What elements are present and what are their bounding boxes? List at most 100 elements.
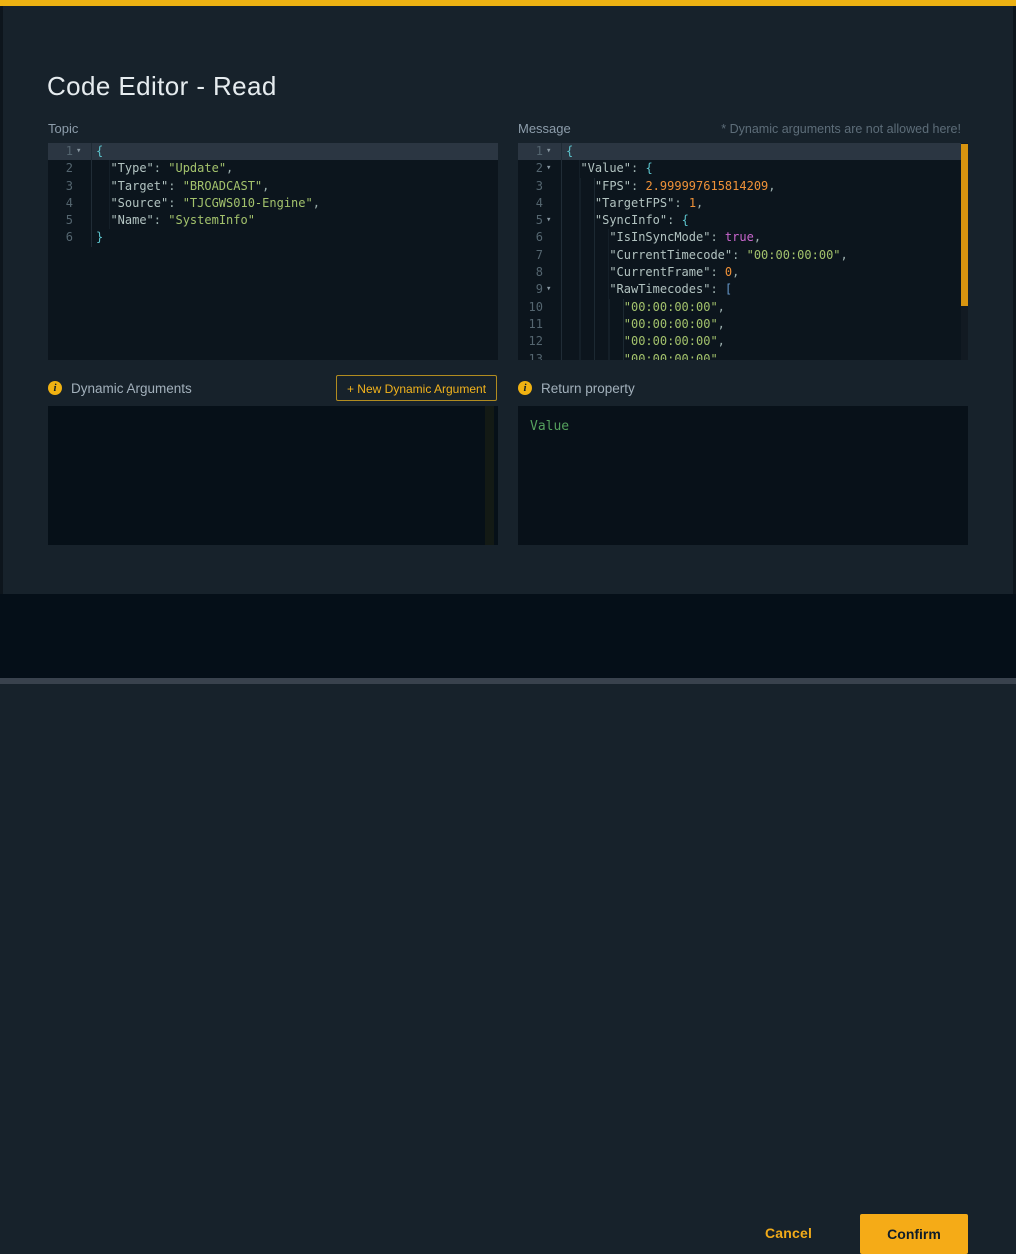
code-text: "00:00:00:00" [562, 351, 968, 360]
return-property-title: Return property [541, 381, 635, 396]
line-number: 12 [518, 333, 543, 350]
gutter-spacer [73, 229, 92, 246]
gutter-spacer [543, 333, 562, 350]
code-text: "FPS": 2.999997615814209, [562, 178, 968, 195]
new-dynamic-argument-button[interactable]: + New Dynamic Argument [336, 375, 497, 401]
line-number: 1 [48, 143, 73, 160]
info-icon: i [48, 381, 62, 395]
line-number: 2 [48, 160, 73, 177]
code-line: 1▾{ [518, 143, 968, 160]
line-number: 4 [48, 195, 73, 212]
gutter-spacer [543, 195, 562, 212]
code-line: 12 "00:00:00:00", [518, 333, 968, 350]
gutter-spacer [73, 195, 92, 212]
fold-arrow-icon[interactable]: ▾ [543, 212, 562, 229]
dynamic-arguments-panel [48, 406, 498, 545]
code-line: 3 "Target": "BROADCAST", [48, 178, 498, 195]
line-number: 11 [518, 316, 543, 333]
line-number: 6 [48, 229, 73, 246]
code-text: "00:00:00:00", [562, 316, 968, 333]
line-number: 3 [518, 178, 543, 195]
code-line: 7 "CurrentTimecode": "00:00:00:00", [518, 247, 968, 264]
topic-code-editor[interactable]: 1▾{2 "Type": "Update", 3 "Target": "BROADCA… [48, 143, 498, 360]
code-text: "CurrentFrame": 0, [562, 264, 968, 281]
line-number: 5 [48, 212, 73, 229]
message-scrollbar-thumb[interactable] [961, 144, 968, 306]
dynamic-arguments-header: i Dynamic Arguments [48, 375, 192, 401]
return-property-editor[interactable]: Value [518, 406, 968, 545]
code-text: "00:00:00:00", [562, 299, 968, 316]
gutter-spacer [73, 160, 92, 177]
line-number: 10 [518, 299, 543, 316]
return-property-header: i Return property [518, 375, 635, 401]
gutter-spacer [543, 229, 562, 246]
code-line: 1▾{ [48, 143, 498, 160]
line-number: 6 [518, 229, 543, 246]
code-text: "CurrentTimecode": "00:00:00:00", [562, 247, 968, 264]
code-line: 6} [48, 229, 498, 246]
code-text: "Name": "SystemInfo" [92, 212, 498, 229]
code-line: 5▾"SyncInfo": { [518, 212, 968, 229]
dynamic-arguments-scrollbar-track[interactable] [485, 406, 494, 545]
gutter-spacer [73, 212, 92, 229]
code-line: 2▾"Value": { [518, 160, 968, 177]
code-text: "RawTimecodes": [ [562, 281, 968, 298]
line-number: 3 [48, 178, 73, 195]
confirm-button[interactable]: Confirm [860, 1214, 968, 1254]
topic-label: Topic [48, 121, 78, 136]
fold-arrow-icon[interactable]: ▾ [543, 160, 562, 177]
line-number: 7 [518, 247, 543, 264]
code-text: "TargetFPS": 1, [562, 195, 968, 212]
gutter-spacer [543, 247, 562, 264]
code-line: 8 "CurrentFrame": 0, [518, 264, 968, 281]
line-number: 5 [518, 212, 543, 229]
gutter-spacer [73, 178, 92, 195]
line-number: 2 [518, 160, 543, 177]
line-number: 9 [518, 281, 543, 298]
message-scrollbar-track[interactable] [961, 143, 968, 360]
fold-arrow-icon[interactable]: ▾ [73, 143, 92, 160]
dynamic-arguments-note: * Dynamic arguments are not allowed here… [721, 122, 961, 136]
code-line: 9▾"RawTimecodes": [ [518, 281, 968, 298]
dynamic-arguments-title: Dynamic Arguments [71, 381, 192, 396]
fold-arrow-icon[interactable]: ▾ [543, 281, 562, 298]
page-title: Code Editor - Read [47, 71, 277, 102]
code-line: 5 "Name": "SystemInfo" [48, 212, 498, 229]
code-line: 10 "00:00:00:00", [518, 299, 968, 316]
code-line: 4 "TargetFPS": 1, [518, 195, 968, 212]
dialog-footer: Cancel Confirm [0, 594, 1016, 684]
code-line: 11 "00:00:00:00", [518, 316, 968, 333]
line-number: 1 [518, 143, 543, 160]
gutter-spacer [543, 299, 562, 316]
code-text: "IsInSyncMode": true, [562, 229, 968, 246]
window-left-edge [0, 6, 3, 678]
code-text: "Type": "Update", [92, 160, 498, 177]
return-property-value: Value [518, 406, 968, 447]
code-line: 2 "Type": "Update", [48, 160, 498, 177]
cancel-button[interactable]: Cancel [765, 1225, 812, 1241]
code-line: 6 "IsInSyncMode": true, [518, 229, 968, 246]
code-line: 3 "FPS": 2.999997615814209, [518, 178, 968, 195]
code-text: "Source": "TJCGWS010-Engine", [92, 195, 498, 212]
code-text: "Value": { [562, 160, 968, 177]
code-text: "SyncInfo": { [562, 212, 968, 229]
top-accent-bar [0, 0, 1016, 6]
gutter-spacer [543, 178, 562, 195]
gutter-spacer [543, 264, 562, 281]
line-number: 13 [518, 351, 543, 360]
code-line: 13 "00:00:00:00" [518, 351, 968, 360]
gutter-spacer [543, 316, 562, 333]
window-bottom-edge [0, 678, 1016, 684]
fold-arrow-icon[interactable]: ▾ [543, 143, 562, 160]
code-text: } [92, 229, 498, 246]
line-number: 4 [518, 195, 543, 212]
code-text: "Target": "BROADCAST", [92, 178, 498, 195]
info-icon: i [518, 381, 532, 395]
message-code-editor[interactable]: 1▾{2▾"Value": {3"FPS": 2.999997615814209… [518, 143, 968, 360]
code-text: "00:00:00:00", [562, 333, 968, 350]
line-number: 8 [518, 264, 543, 281]
code-text: { [562, 143, 968, 160]
code-text: { [92, 143, 498, 160]
code-line: 4 "Source": "TJCGWS010-Engine", [48, 195, 498, 212]
message-label: Message [518, 121, 571, 136]
